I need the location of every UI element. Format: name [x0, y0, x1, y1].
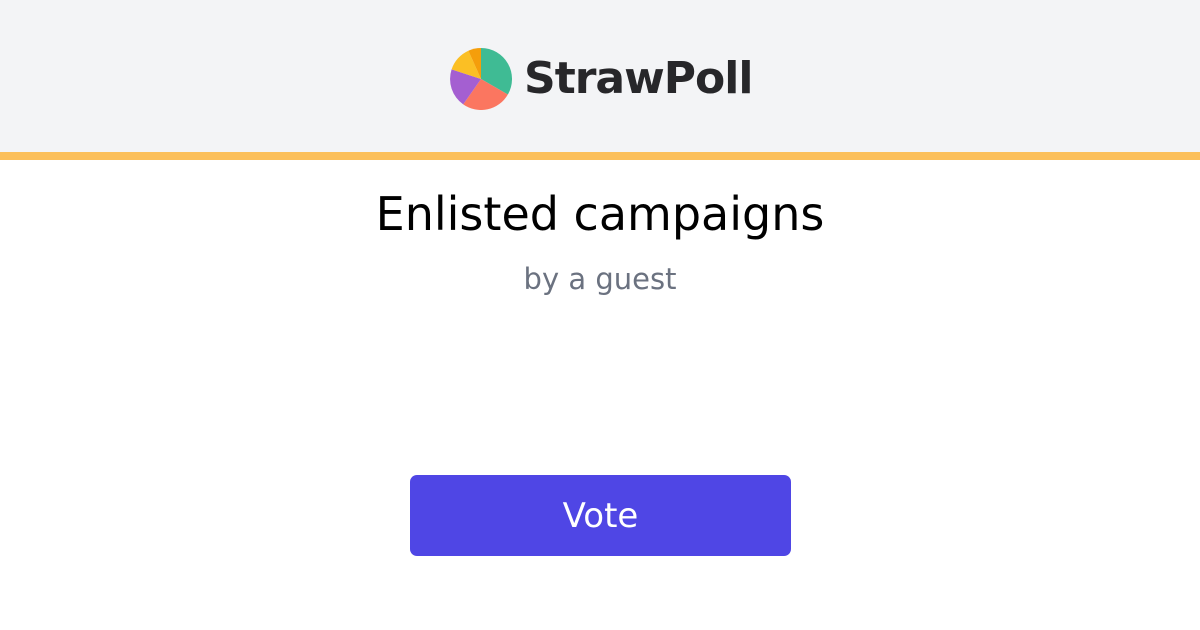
header: StrawPoll	[0, 0, 1200, 152]
accent-bar	[0, 152, 1200, 160]
vote-button[interactable]: Vote	[410, 475, 791, 556]
pie-chart-logo-icon	[450, 48, 512, 110]
poll-author: by a guest	[523, 262, 677, 296]
brand-name: StrawPoll	[524, 53, 753, 104]
brand[interactable]: StrawPoll	[450, 48, 753, 110]
poll-title: Enlisted campaigns	[375, 187, 825, 241]
